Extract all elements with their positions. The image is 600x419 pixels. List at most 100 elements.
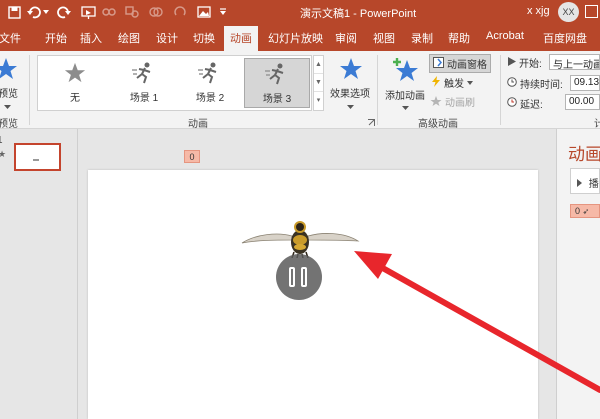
start-select[interactable]: 与上一动画	[549, 54, 600, 70]
animation-scene-2-label: 场景 2	[195, 93, 225, 104]
timing-group-label: 计	[594, 119, 600, 130]
tab-home[interactable]: 开始	[45, 30, 67, 46]
delay-label-text: 延迟:	[520, 100, 543, 111]
gallery-expand-icon[interactable]: ▾	[314, 92, 323, 110]
duration-label: 持续时间:	[507, 76, 563, 91]
redo-icon[interactable]	[56, 4, 72, 20]
tab-help[interactable]: 帮助	[448, 30, 470, 46]
tab-view[interactable]: 视图	[373, 30, 395, 46]
customize-toolbar-icon[interactable]	[218, 4, 228, 20]
pause-bar-left	[289, 267, 295, 287]
undo-icon[interactable]	[26, 4, 42, 20]
tab-animations[interactable]: 动画	[224, 26, 258, 51]
running-figure-icon	[111, 58, 177, 88]
pane-play-button[interactable]: 播	[570, 168, 600, 194]
gallery-scroll: ▲ ▼ ▾	[313, 55, 324, 111]
tab-draw[interactable]: 绘图	[118, 30, 140, 46]
ribbon-tabs: 文件 开始 插入 绘图 设计 切换 动画 幻灯片放映 审阅 视图 录制 帮助 A…	[0, 24, 600, 51]
animation-pane-icon	[433, 56, 444, 71]
star-blue-icon	[0, 57, 18, 84]
animation-scene-3[interactable]: 场景 3	[244, 58, 310, 108]
delay-input[interactable]: 00.00	[565, 94, 600, 110]
animation-order-tag[interactable]: 0	[184, 150, 200, 163]
animation-scene-1-label: 场景 1	[129, 93, 159, 104]
slide-number: 1	[0, 135, 3, 146]
gallery-scroll-down-icon[interactable]: ▼	[314, 74, 323, 92]
start-label: 开始:	[507, 55, 542, 70]
pane-play-label: 播	[588, 179, 599, 190]
animation-pane-label: 动画窗格	[447, 60, 487, 71]
rotate-icon[interactable]	[172, 4, 188, 20]
animation-none-label: 无	[70, 93, 80, 104]
user-name[interactable]: x xjg	[527, 5, 550, 17]
clock-icon	[507, 77, 517, 90]
delay-clock-icon	[507, 97, 517, 110]
document-title: 演示文稿1 - PowerPoint	[300, 8, 417, 20]
ribbon-display-options-icon[interactable]	[585, 5, 598, 18]
tab-acrobat[interactable]: Acrobat	[486, 30, 524, 42]
animation-none[interactable]: 无	[42, 58, 108, 108]
start-label-text: 开始:	[519, 59, 542, 70]
tab-record[interactable]: 录制	[411, 30, 433, 46]
group-divider	[29, 55, 30, 125]
tab-design[interactable]: 设计	[156, 30, 178, 46]
dialog-launcher-icon[interactable]	[368, 117, 375, 129]
star-gray-icon	[42, 58, 108, 88]
slideshow-start-icon[interactable]	[79, 4, 97, 20]
tab-transitions[interactable]: 切换	[193, 30, 215, 46]
preview-group-label: 预览	[0, 119, 18, 130]
slide-thumbnails-panel: 1 ★	[0, 129, 78, 419]
pause-icon[interactable]	[276, 254, 322, 300]
effect-options-button[interactable]: 效果选项	[329, 55, 373, 111]
pane-item-tag: 0	[575, 206, 581, 216]
avatar[interactable]: XX	[558, 2, 579, 22]
trigger-button[interactable]: 触发	[432, 75, 473, 90]
preview-button-label: 预览	[0, 89, 18, 100]
animation-scene-3-label: 场景 3	[262, 94, 292, 105]
link-icon[interactable]	[101, 4, 117, 20]
animation-painter-button[interactable]: 动画刷	[430, 94, 475, 109]
group-divider	[500, 55, 501, 125]
add-animation-button[interactable]: 添加动画	[383, 55, 427, 111]
animation-star-icon: ★	[0, 149, 7, 159]
animations-ribbon: 预览 预览 无 场景 1 场景 2 场景 3 ▲ ▼ ▾ 效果选项 动画 添加动…	[0, 51, 600, 130]
running-figure-icon: ➶	[582, 207, 590, 216]
tab-slideshow[interactable]: 幻灯片放映	[268, 30, 323, 46]
animation-painter-label: 动画刷	[445, 98, 475, 109]
slide-thumbnail[interactable]	[14, 143, 61, 171]
add-animation-label: 添加动画	[385, 91, 425, 102]
picture-icon[interactable]	[196, 4, 212, 20]
thumbnail-bee-mark	[33, 159, 39, 161]
tab-baidu-netdisk[interactable]: 百度网盘	[543, 30, 587, 46]
save-icon[interactable]	[6, 4, 22, 20]
chevron-down-icon	[467, 77, 473, 88]
lightning-icon	[432, 75, 440, 90]
play-triangle-icon	[577, 179, 582, 187]
tab-review[interactable]: 审阅	[335, 30, 357, 46]
group-icon[interactable]	[148, 4, 164, 20]
tab-file[interactable]: 文件	[0, 30, 21, 46]
pane-animation-item[interactable]: 0 ➶	[570, 204, 600, 218]
tab-insert[interactable]: 插入	[80, 30, 102, 46]
running-figure-icon	[245, 59, 309, 89]
shapes-icon[interactable]	[124, 4, 140, 20]
chevron-down-icon	[347, 100, 354, 112]
title-bar: 演示文稿1 - PowerPoint x xjg XX	[0, 0, 600, 24]
running-figure-icon	[177, 58, 243, 88]
duration-input[interactable]: 09.13	[570, 75, 600, 91]
effect-options-label: 效果选项	[330, 89, 370, 100]
animation-pane-button[interactable]: 动画窗格	[429, 54, 491, 73]
animation-scene-2[interactable]: 场景 2	[177, 58, 243, 108]
star-blue-icon	[339, 57, 363, 84]
animation-group-label: 动画	[188, 119, 208, 130]
chevron-down-icon	[4, 100, 11, 112]
animation-gallery: 无 场景 1 场景 2 场景 3	[37, 55, 312, 111]
delay-label: 延迟:	[507, 96, 543, 111]
gallery-scroll-up-icon[interactable]: ▲	[314, 56, 323, 74]
undo-dropdown-icon[interactable]	[42, 4, 50, 20]
animation-scene-1[interactable]: 场景 1	[111, 58, 177, 108]
pause-bar-right	[301, 267, 307, 287]
preview-button[interactable]: 预览	[0, 55, 22, 111]
animation-painter-icon	[430, 95, 442, 109]
add-star-icon	[393, 57, 419, 86]
